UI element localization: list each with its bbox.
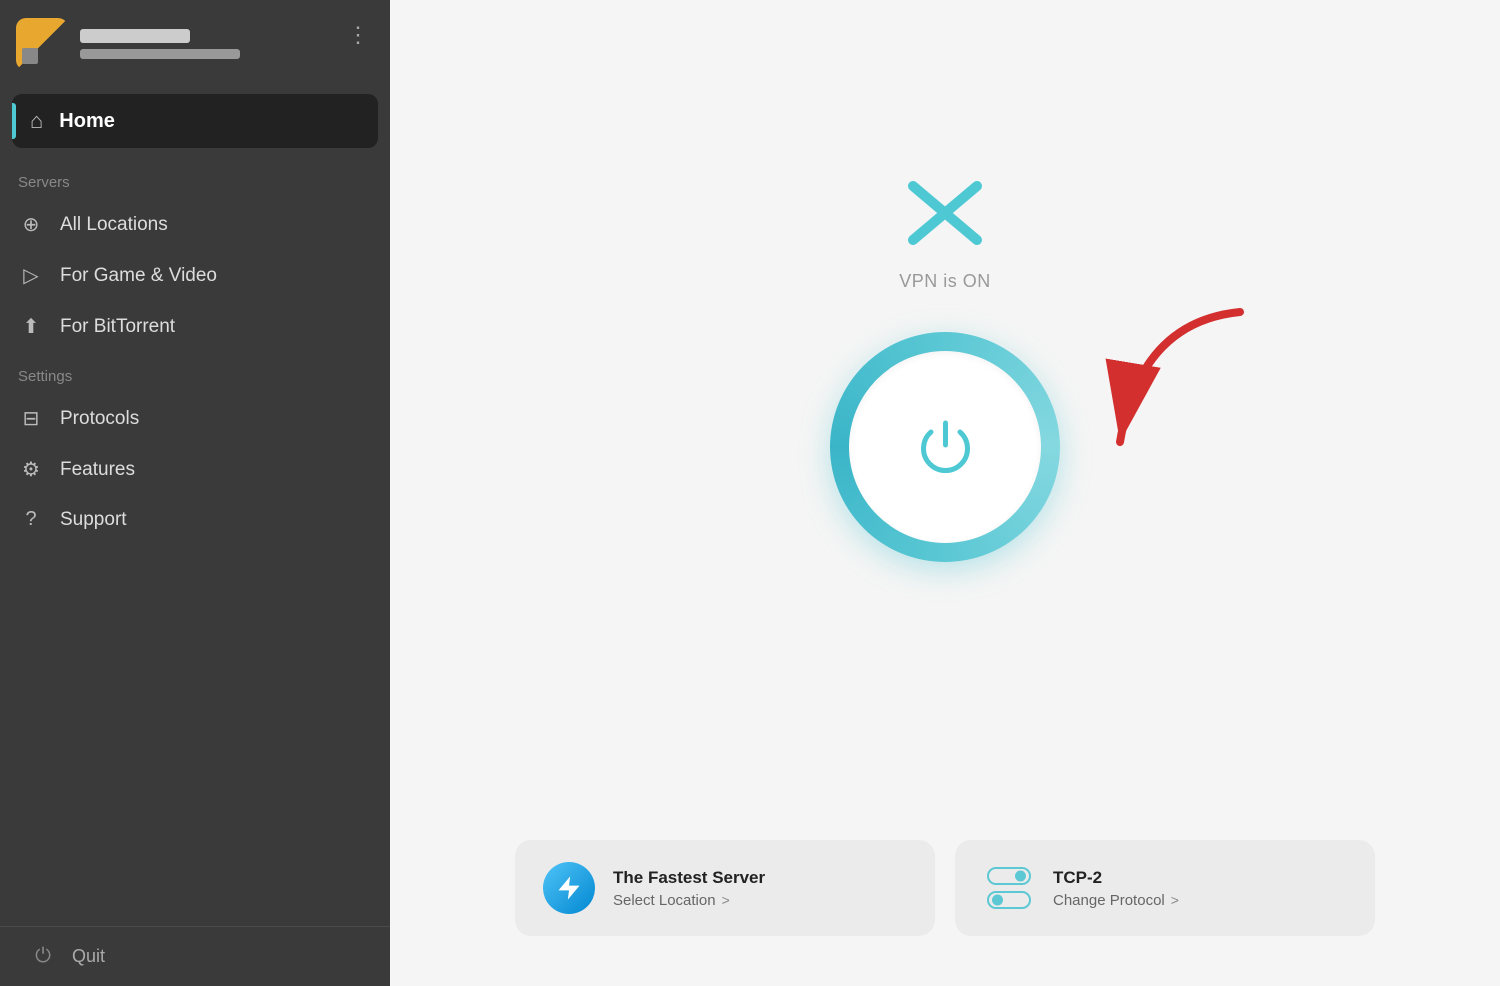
globe-icon: ⊕ xyxy=(18,212,44,237)
location-chevron: > xyxy=(722,892,730,908)
settings-section-label: Settings xyxy=(0,352,390,393)
support-label: Support xyxy=(60,509,127,531)
quit-button[interactable]: ⏻ Quit xyxy=(0,926,390,986)
game-video-label: For Game & Video xyxy=(60,265,217,287)
power-off-icon: ⏻ xyxy=(30,945,56,968)
protocol-card-title: TCP-2 xyxy=(1053,868,1179,888)
sidebar-item-home[interactable]: ⌂ Home xyxy=(12,94,378,148)
home-label: Home xyxy=(59,110,115,133)
power-button-area xyxy=(830,332,1060,562)
protocols-label: Protocols xyxy=(60,408,139,430)
vpn-logo xyxy=(905,178,985,253)
servers-section: Servers ⊕ All Locations ▷ For Game & Vid… xyxy=(0,158,390,352)
nav-home-section: ⌂ Home xyxy=(0,88,390,158)
header-bar-1 xyxy=(80,29,190,43)
home-icon: ⌂ xyxy=(30,108,43,134)
sidebar-item-protocols[interactable]: ⊟ Protocols xyxy=(0,393,390,444)
toggle-icon xyxy=(987,867,1031,909)
toggle-bar-bottom xyxy=(987,891,1031,909)
vpn-status-text: VPN is ON xyxy=(899,271,991,292)
sidebar-item-features[interactable]: ⚙ Features xyxy=(0,444,390,495)
sidebar-item-bittorrent[interactable]: ⬆ For BitTorrent xyxy=(0,301,390,352)
sliders-icon: ⊟ xyxy=(18,406,44,431)
location-card-subtitle: Select Location > xyxy=(613,892,765,909)
gear-icon: ⚙ xyxy=(18,457,44,482)
more-options-button[interactable]: ⋮ xyxy=(347,22,370,48)
location-card-text: The Fastest Server Select Location > xyxy=(613,868,765,909)
upload-icon: ⬆ xyxy=(18,314,44,339)
servers-section-label: Servers xyxy=(0,158,390,199)
bottom-cards: The Fastest Server Select Location > TCP… xyxy=(390,840,1500,986)
question-icon: ? xyxy=(18,508,44,531)
protocol-card-subtitle: Change Protocol > xyxy=(1053,892,1179,909)
protocol-card-text: TCP-2 Change Protocol > xyxy=(1053,868,1179,909)
location-card[interactable]: The Fastest Server Select Location > xyxy=(515,840,935,936)
header-bar-2 xyxy=(80,49,240,59)
vpn-panel: VPN is ON xyxy=(830,0,1060,840)
power-ring xyxy=(830,332,1060,562)
sidebar-item-game-video[interactable]: ▷ For Game & Video xyxy=(0,250,390,301)
toggle-bar-top xyxy=(987,867,1031,885)
sidebar-item-support[interactable]: ? Support xyxy=(0,495,390,544)
settings-section: Settings ⊟ Protocols ⚙ Features ? Suppor… xyxy=(0,352,390,544)
fastest-server-icon xyxy=(543,862,595,914)
protocol-icon xyxy=(983,862,1035,914)
sidebar-item-all-locations[interactable]: ⊕ All Locations xyxy=(0,199,390,250)
header-text xyxy=(80,29,335,59)
protocol-chevron: > xyxy=(1171,892,1179,908)
sidebar: ⋮ ⌂ Home Servers ⊕ All Locations ▷ For G… xyxy=(0,0,390,986)
power-button-wrapper xyxy=(830,332,1060,562)
protocol-card[interactable]: TCP-2 Change Protocol > xyxy=(955,840,1375,936)
bittorrent-label: For BitTorrent xyxy=(60,316,175,338)
play-icon: ▷ xyxy=(18,263,44,288)
power-button[interactable] xyxy=(849,351,1041,543)
location-card-title: The Fastest Server xyxy=(613,868,765,888)
main-content: VPN is ON xyxy=(390,0,1500,986)
quit-label: Quit xyxy=(72,946,105,967)
sidebar-header: ⋮ xyxy=(0,0,390,88)
features-label: Features xyxy=(60,459,135,481)
app-logo xyxy=(16,18,68,70)
red-arrow xyxy=(1060,302,1260,482)
all-locations-label: All Locations xyxy=(60,214,168,236)
